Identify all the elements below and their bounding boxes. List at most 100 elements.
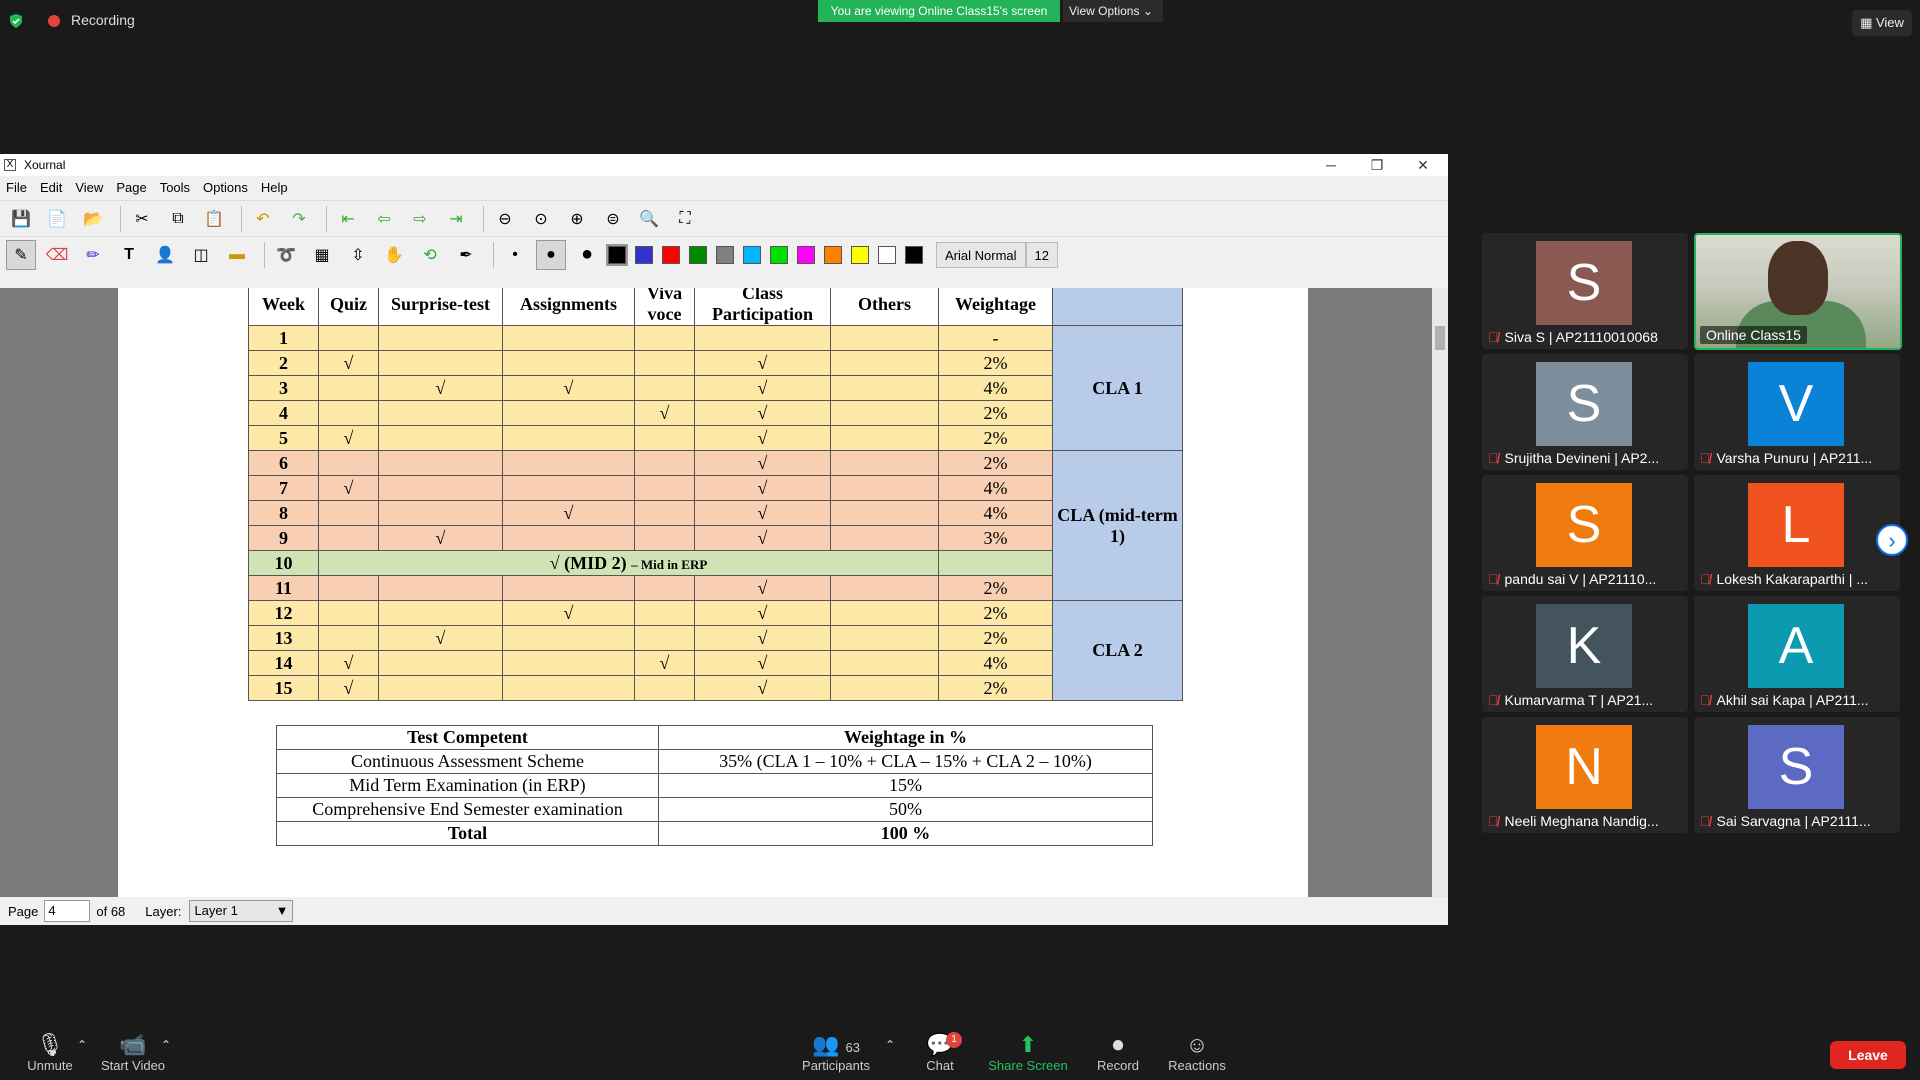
participant-tile[interactable]: S 🎙̸ Sai Sarvagna | AP2111...: [1694, 717, 1900, 833]
highlighter-icon[interactable]: ✏: [78, 240, 108, 270]
hand-tool-icon[interactable]: ✋: [379, 240, 409, 270]
viva-cell: [634, 600, 695, 626]
image-tool-icon[interactable]: 👤: [150, 240, 180, 270]
participants-button[interactable]: 👥 63 Participants: [798, 1032, 874, 1073]
color-swatch[interactable]: [716, 245, 734, 264]
color-swatch[interactable]: [851, 245, 869, 264]
menu-view[interactable]: View: [75, 176, 103, 200]
redo-icon[interactable]: ↷: [284, 204, 314, 234]
menu-tools[interactable]: Tools: [160, 176, 190, 200]
color-swatch[interactable]: [689, 245, 707, 264]
participant-tile[interactable]: A 🎙̸ Akhil sai Kapa | AP211...: [1694, 596, 1900, 712]
menu-file[interactable]: File: [6, 176, 27, 200]
menu-options[interactable]: Options: [203, 176, 248, 200]
document-canvas[interactable]: Week Quiz Surprise-test Assignments Viva…: [0, 288, 1432, 897]
save-icon[interactable]: 💾: [6, 204, 36, 234]
zoom-in-icon[interactable]: ⊕: [562, 204, 592, 234]
paste-icon[interactable]: 📋: [199, 204, 229, 234]
participant-tile[interactable]: V 🎙̸ Varsha Punuru | AP211...: [1694, 354, 1900, 470]
grid-icon: ▦: [1860, 15, 1873, 30]
ruler-icon[interactable]: ▬: [222, 240, 252, 270]
pen-icon[interactable]: ✎: [6, 239, 36, 270]
participant-tile[interactable]: N 🎙̸ Neeli Meghana Nandig...: [1482, 717, 1688, 833]
font-selector[interactable]: Arial Normal: [936, 241, 1026, 268]
color-swatch[interactable]: [662, 245, 680, 264]
mic-muted-icon: 🎙̸: [1700, 692, 1711, 708]
minimize-icon[interactable]: ─: [1308, 154, 1354, 176]
cp-cell: √: [694, 500, 831, 526]
scrollbar-thumb[interactable]: [1435, 326, 1445, 350]
thick-line-icon[interactable]: ●: [572, 240, 602, 270]
vertical-space-icon[interactable]: ⇳: [343, 240, 373, 270]
undo-icon[interactable]: ↶: [248, 204, 278, 234]
assign-cell: √: [502, 600, 635, 626]
video-options-button[interactable]: ⌃: [158, 1032, 174, 1058]
copy-icon[interactable]: ⧉: [163, 204, 193, 234]
participant-tile[interactable]: S 🎙̸ Srujitha Devineni | AP2...: [1482, 354, 1688, 470]
color-swatch[interactable]: [635, 245, 653, 264]
lasso-select-icon[interactable]: ➰: [271, 240, 301, 270]
restore-icon[interactable]: ❐: [1354, 154, 1400, 176]
menu-help[interactable]: Help: [261, 176, 288, 200]
layer-select[interactable]: Layer 1 ▼: [189, 900, 294, 922]
page-number-input[interactable]: 4: [44, 900, 91, 922]
thin-line-icon[interactable]: •: [500, 240, 530, 270]
last-page-icon[interactable]: ⇥: [441, 204, 471, 234]
menu-edit[interactable]: Edit: [40, 176, 62, 200]
participant-tile[interactable]: L 🎙̸ Lokesh Kakaraparthi | ...: [1694, 475, 1900, 591]
prev-page-icon[interactable]: ⇦: [369, 204, 399, 234]
participant-tile[interactable]: K 🎙̸ Kumarvarma T | AP21...: [1482, 596, 1688, 712]
close-icon[interactable]: ✕: [1400, 154, 1446, 176]
color-swatch[interactable]: [770, 245, 788, 264]
zoom-out-icon[interactable]: ⊖: [490, 204, 520, 234]
menu-page[interactable]: Page: [116, 176, 146, 200]
record-button[interactable]: ⏺ Record: [1094, 1032, 1142, 1073]
quiz-cell: [318, 500, 379, 526]
color-swatch[interactable]: [743, 245, 761, 264]
reactions-button[interactable]: ☺ Reactions: [1166, 1032, 1228, 1073]
color-swatch[interactable]: [606, 243, 628, 266]
default-pen-icon[interactable]: ✒: [451, 240, 481, 270]
summary-header-test: Test Competent: [276, 725, 659, 750]
audio-options-button[interactable]: ⌃: [74, 1032, 90, 1058]
view-button[interactable]: ▦ View: [1852, 10, 1912, 36]
open-icon[interactable]: 📂: [78, 204, 108, 234]
default-tool-icon[interactable]: ⟲: [415, 240, 445, 270]
color-swatch[interactable]: [824, 245, 842, 264]
summary-table: Test Competent Weightage in % Continuous…: [276, 725, 1153, 846]
leave-button[interactable]: Leave: [1830, 1041, 1906, 1069]
cp-cell: √: [694, 600, 831, 626]
participants-label: Participants: [802, 1058, 870, 1073]
font-size-selector[interactable]: 12: [1025, 241, 1058, 268]
unmute-button[interactable]: 🎙 Unmute: [26, 1032, 74, 1073]
medium-line-icon[interactable]: ●: [536, 239, 566, 270]
color-swatch[interactable]: [797, 245, 815, 264]
viva-cell: [634, 350, 695, 376]
shape-recognizer-icon[interactable]: ◫: [186, 240, 216, 270]
mic-muted-icon: 🎙̸: [1700, 813, 1711, 829]
participants-options-button[interactable]: ⌃: [882, 1032, 898, 1058]
video-tile[interactable]: Online Class15: [1694, 233, 1902, 350]
next-page-arrow-icon[interactable]: ›: [1876, 524, 1908, 556]
share-screen-button[interactable]: ⬆ Share Screen: [986, 1032, 1070, 1073]
new-page-icon[interactable]: 📄: [42, 204, 72, 234]
rect-select-icon[interactable]: ▦: [307, 240, 337, 270]
zoom-fit-icon[interactable]: ⊙: [526, 204, 556, 234]
vertical-scrollbar[interactable]: [1432, 288, 1448, 897]
fullscreen-icon[interactable]: ⛶: [670, 204, 700, 234]
next-page-icon[interactable]: ⇨: [405, 204, 435, 234]
zoom-custom-icon[interactable]: 🔍: [634, 204, 664, 234]
participant-tile[interactable]: S 🎙̸ pandu sai V | AP21110...: [1482, 475, 1688, 591]
recording-label[interactable]: Recording: [71, 12, 135, 28]
participant-tile[interactable]: S 🎙̸ Siva S | AP21110010068: [1482, 233, 1688, 349]
shield-icon[interactable]: [8, 13, 24, 29]
first-page-icon[interactable]: ⇤: [333, 204, 363, 234]
zoom-100-icon[interactable]: ⊜: [598, 204, 628, 234]
eraser-icon[interactable]: ⌫: [42, 240, 72, 270]
text-tool-icon[interactable]: T: [114, 240, 144, 270]
chat-button[interactable]: 💬 1 Chat: [924, 1032, 962, 1073]
color-swatch[interactable]: [878, 245, 896, 264]
color-swatch[interactable]: [905, 245, 923, 264]
cut-icon[interactable]: ✂: [127, 204, 157, 234]
view-options-button[interactable]: View Options ⌄: [1063, 0, 1163, 22]
